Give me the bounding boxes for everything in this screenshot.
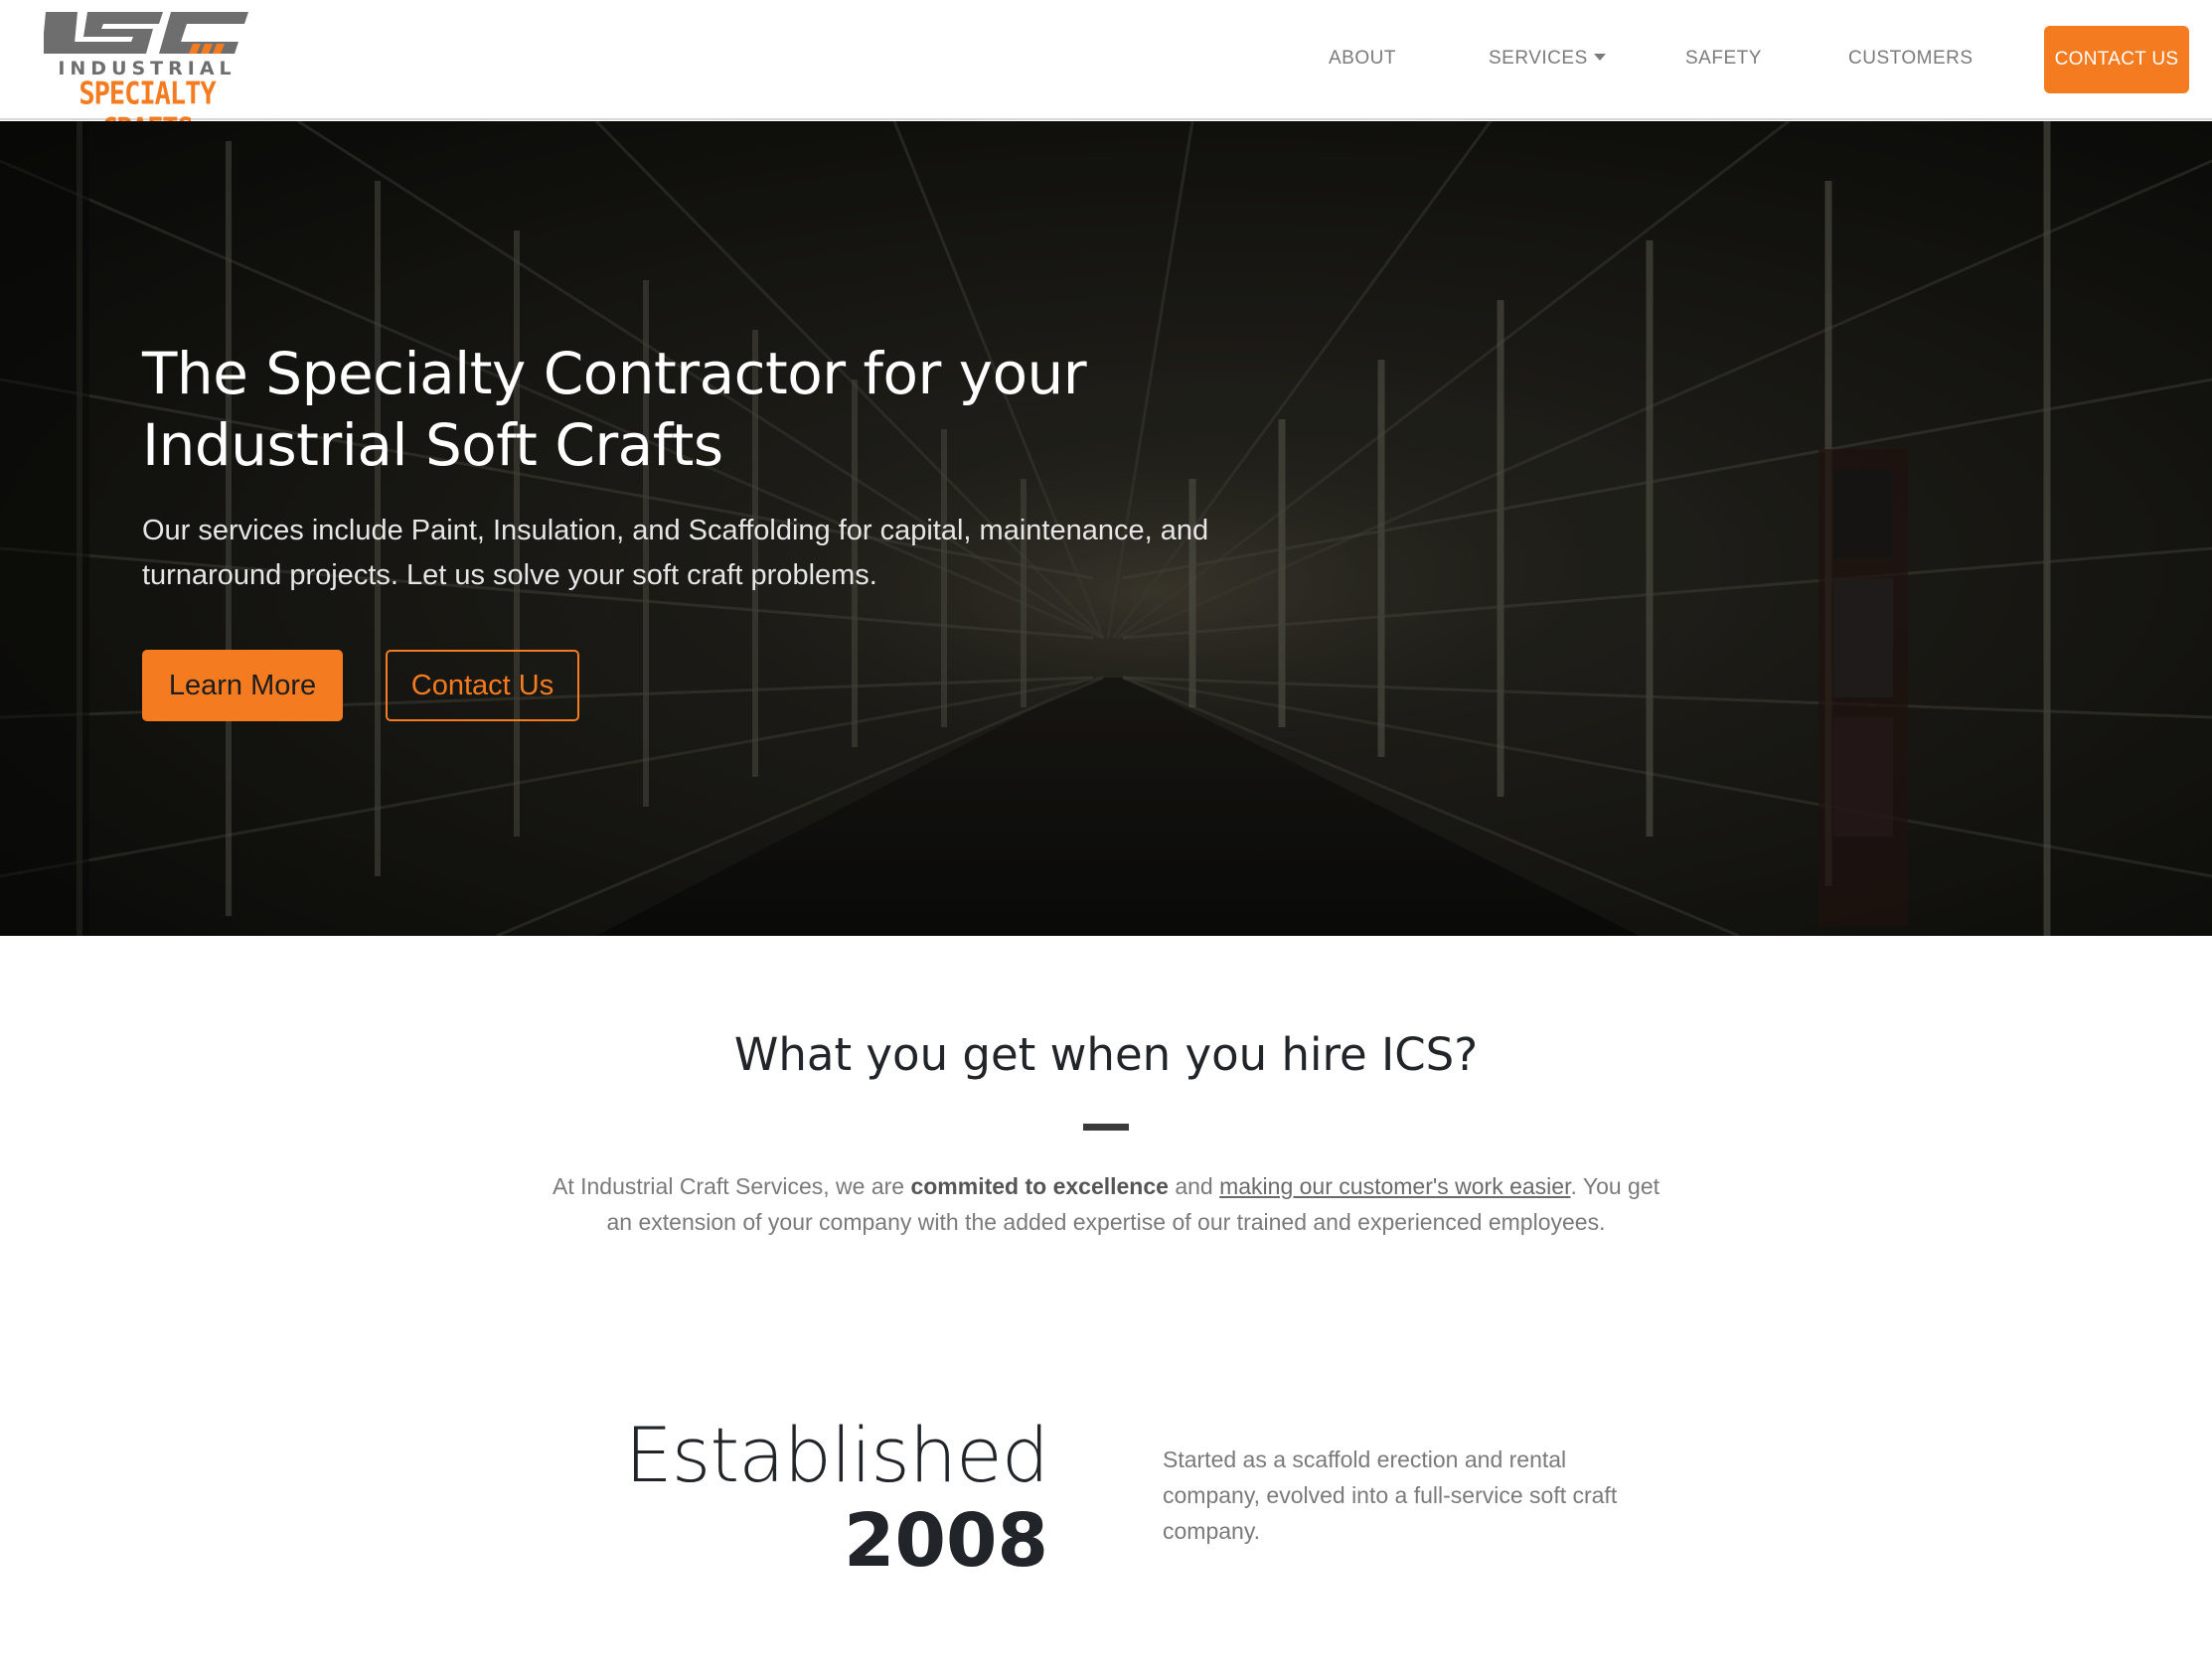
established-label: Established	[624, 1411, 1049, 1499]
hero-title-line1: The Specialty Contractor for your	[142, 340, 1087, 407]
company-logo[interactable]: INDUSTRIAL SPECIALTY CRAFTS	[42, 10, 250, 147]
hero-subtitle: Our services include Paint, Insulation, …	[142, 515, 1209, 591]
section-heading: What you get when you hire ICS?	[733, 1028, 1479, 1081]
hero-title: The Specialty Contractor for your Indust…	[142, 338, 1136, 481]
nav-about[interactable]: ABOUT	[1329, 48, 1396, 70]
isc-logo-mark-icon	[42, 12, 248, 54]
nav-safety[interactable]: SAFETY	[1685, 48, 1762, 70]
established-description: Started as a scaffold erection and renta…	[1163, 1447, 1618, 1544]
nav-customers[interactable]: CUSTOMERS	[1848, 48, 1974, 70]
learn-more-button[interactable]: Learn More	[142, 650, 343, 721]
intro-bold-text: commited to excellence	[910, 1173, 1169, 1199]
intro-link[interactable]: making our customer's work easier	[1219, 1173, 1570, 1199]
hero-section: The Specialty Contractor for your Indust…	[0, 121, 2212, 936]
intro-text-2: and	[1168, 1173, 1220, 1199]
nav-services[interactable]: SERVICES	[1489, 48, 1606, 70]
hero-title-line2: Industrial Soft Crafts	[142, 411, 723, 479]
intro-text-1: At Industrial Craft Services, we are	[552, 1173, 911, 1199]
hero-contact-us-button[interactable]: Contact Us	[386, 650, 579, 721]
navbar: INDUSTRIAL SPECIALTY CRAFTS ABOUT SERVIC…	[0, 0, 2212, 147]
intro-paragraph: At Industrial Craft Services, we are com…	[552, 1168, 1660, 1240]
established-year: 2008	[844, 1498, 1048, 1584]
nav-services-label: SERVICES	[1489, 48, 1588, 69]
caret-down-icon	[1593, 53, 1606, 61]
heading-divider	[1083, 1124, 1129, 1131]
nav-contact-us-button[interactable]: CONTACT US	[2044, 26, 2189, 93]
